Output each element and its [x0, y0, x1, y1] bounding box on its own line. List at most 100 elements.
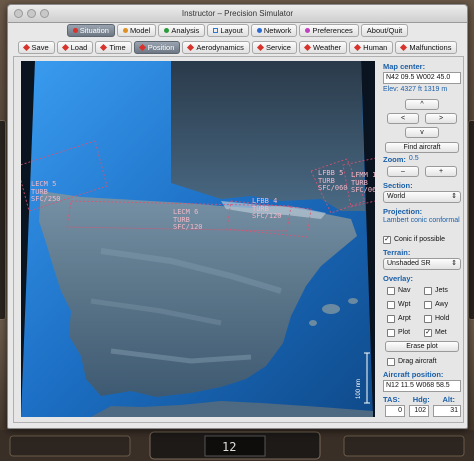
overlay-awy[interactable]: Awy	[424, 299, 461, 310]
top-tab-bar: Situation Model Analysis Layout Network …	[8, 24, 467, 37]
terrain-label: Terrain:	[383, 248, 411, 257]
checkbox-icon[interactable]	[387, 286, 395, 295]
zoom-in-button[interactable]: +	[425, 166, 457, 177]
svg-text:12: 12	[222, 440, 236, 454]
tab-analysis[interactable]: Analysis	[158, 24, 206, 37]
map-center-field[interactable]: N42 09.5 W002 45.0	[383, 72, 461, 84]
overlay-label-text: Met	[435, 329, 447, 336]
cockpit-panel-left	[0, 120, 6, 320]
overlay-label-text: Awy	[435, 301, 449, 308]
find-aircraft-button[interactable]: Find aircraft	[385, 142, 459, 153]
checkbox-icon[interactable]	[387, 314, 395, 323]
checkbox-icon[interactable]	[387, 357, 395, 366]
tab-label: Preferences	[312, 26, 353, 35]
tab-label: Position	[147, 43, 175, 52]
tab-service[interactable]: Service	[251, 41, 297, 54]
overlay-label-text: Nav	[398, 287, 411, 294]
zoom-value: 0.5	[408, 155, 419, 162]
tab-label: Layout	[220, 26, 243, 35]
overlay-label-text: Plot	[398, 329, 411, 336]
window-title: Instructor – Precision Simulator	[181, 9, 294, 18]
met-label-lfmm1: LFMM 1 TURB SFC/060	[351, 171, 375, 194]
purple-dot-icon	[305, 28, 311, 33]
green-dot-icon	[164, 28, 170, 33]
overlay-grid: Nav Jets Wpt Awy Arpt Hold Plot ✓ Met	[387, 285, 461, 338]
terrain-select[interactable]: Unshaded SR ⇕	[383, 258, 461, 270]
checkbox-icon[interactable]	[424, 300, 432, 309]
pan-right-button[interactable]: >	[425, 113, 457, 124]
diamond-icon	[100, 43, 108, 52]
erase-plot-button[interactable]: Erase plot	[385, 341, 459, 352]
overlay-nav[interactable]: Nav	[387, 285, 424, 296]
diamond-icon	[354, 43, 362, 52]
zoom-out-button[interactable]: –	[387, 166, 419, 177]
met-label-lfbb5: LFBB 5 TURB SFC/060	[318, 169, 348, 192]
tab-about-quit[interactable]: About/Quit	[360, 24, 409, 37]
zoom-row: Zoom: 0.5	[383, 155, 419, 164]
map-center-label: Map center:	[383, 62, 426, 71]
tab-label: Network	[263, 26, 292, 35]
tab-network[interactable]: Network	[250, 24, 298, 37]
tab-malfunctions[interactable]: Malfunctions	[395, 41, 458, 54]
map-view[interactable]: LECM 5 TURB SFC/250 LECM 6 TURB SFC/120 …	[21, 61, 375, 417]
tab-layout[interactable]: Layout	[207, 24, 249, 37]
met-label-lecm6: LECM 6 TURB SFC/120	[173, 208, 203, 231]
overlay-arpt[interactable]: Arpt	[387, 313, 424, 324]
checkbox-icon[interactable]	[387, 300, 395, 309]
checkbox-icon[interactable]	[387, 328, 395, 337]
red-dot-icon	[72, 28, 78, 33]
alt-label: Alt:	[442, 395, 456, 404]
overlay-met[interactable]: ✓ Met	[424, 327, 461, 338]
tab-model[interactable]: Model	[116, 24, 157, 37]
tab-aerodynamics[interactable]: Aerodynamics	[182, 41, 250, 54]
tab-preferences[interactable]: Preferences	[299, 24, 359, 37]
map-scale-label: 100 nm	[356, 378, 362, 399]
tab-label: About/Quit	[366, 26, 403, 35]
overlay-hold[interactable]: Hold	[424, 313, 461, 324]
aircraft-position-field[interactable]: N12 11.5 W068 58.5	[383, 380, 461, 392]
tas-field[interactable]: 0	[385, 405, 405, 417]
diamond-icon	[400, 43, 408, 52]
elevation-readout: Elev: 4327 ft 1319 m	[383, 86, 448, 93]
projection-value: Lambert conic conformal	[383, 217, 460, 224]
met-label-lfbb4: LFBB 4 TURB SFC/120	[252, 197, 282, 220]
diamond-icon	[138, 43, 146, 52]
instructor-window: Instructor – Precision Simulator Situati…	[7, 4, 468, 429]
overlay-wpt[interactable]: Wpt	[387, 299, 424, 310]
close-window-button[interactable]	[14, 9, 23, 18]
aircraft-params-labels: TAS: Hdg: Alt:	[383, 395, 463, 404]
tab-label: Time	[109, 43, 126, 52]
section-select[interactable]: World ⇕	[383, 191, 461, 203]
blue-dot-icon	[256, 28, 262, 33]
tab-position[interactable]: Position	[133, 41, 181, 54]
overlay-label-text: Hold	[435, 315, 450, 322]
tab-save[interactable]: Save	[17, 41, 55, 54]
tab-time[interactable]: Time	[95, 41, 132, 54]
tab-human[interactable]: Human	[349, 41, 394, 54]
pan-down-button[interactable]: v	[405, 127, 439, 138]
tab-load[interactable]: Load	[56, 41, 94, 54]
checkbox-icon[interactable]	[424, 286, 432, 295]
checkbox-checked-icon[interactable]: ✓	[424, 328, 432, 337]
pan-left-button[interactable]: <	[387, 113, 419, 124]
overlay-jets[interactable]: Jets	[424, 285, 461, 296]
pan-up-button[interactable]: ^	[405, 99, 439, 110]
hdg-field[interactable]: 102	[409, 405, 429, 417]
overlay-plot[interactable]: Plot	[387, 327, 424, 338]
alt-field[interactable]: 31	[433, 405, 461, 417]
map-graphic	[21, 61, 375, 417]
drag-aircraft-row[interactable]: Drag aircraft	[387, 356, 437, 367]
tab-weather[interactable]: Weather	[298, 41, 348, 54]
conic-checkbox-row[interactable]: ✓ Conic if possible	[383, 234, 445, 245]
title-bar[interactable]: Instructor – Precision Simulator	[8, 5, 467, 23]
tab-label: Malfunctions	[409, 43, 452, 52]
conic-label: Conic if possible	[394, 236, 445, 243]
tab-situation[interactable]: Situation	[66, 24, 115, 37]
checkbox-icon[interactable]	[424, 314, 432, 323]
zoom-window-button[interactable]	[40, 9, 49, 18]
tab-label: Aerodynamics	[196, 43, 244, 52]
chevron-updown-icon: ⇕	[451, 260, 457, 267]
checkbox-checked-icon[interactable]: ✓	[383, 235, 391, 244]
tab-label: Service	[265, 43, 291, 52]
minimize-window-button[interactable]	[27, 9, 36, 18]
